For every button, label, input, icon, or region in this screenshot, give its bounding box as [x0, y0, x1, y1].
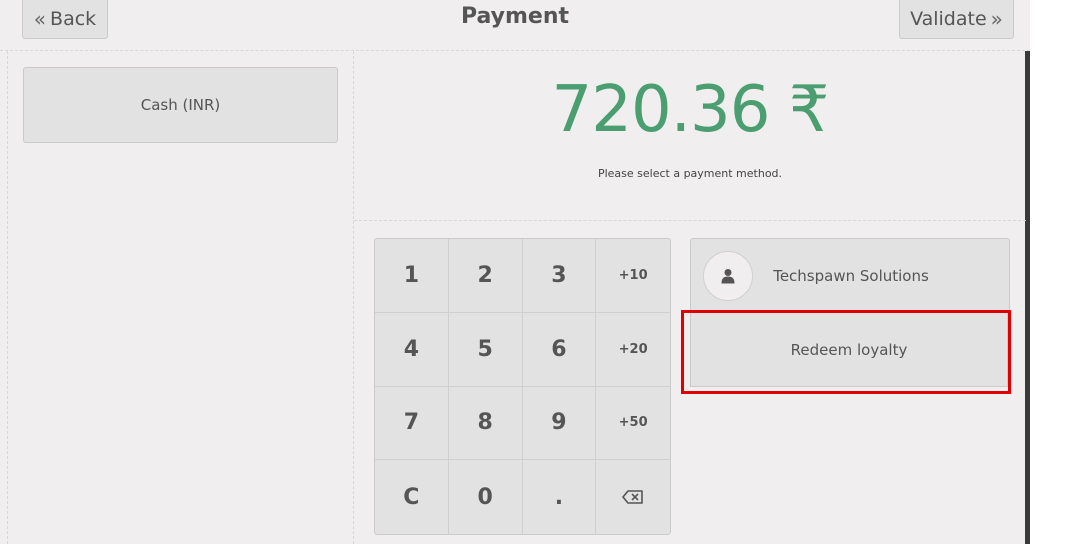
numpad-key-9[interactable]: 9 — [522, 386, 597, 461]
redeem-loyalty-label: Redeem loyalty — [790, 340, 908, 359]
numpad-key-8[interactable]: 8 — [448, 386, 523, 461]
avatar — [703, 251, 753, 301]
payment-hint: Please select a payment method. — [597, 167, 783, 180]
numpad-key-1[interactable]: 1 — [375, 239, 449, 313]
numpad-key-4[interactable]: 4 — [375, 312, 449, 387]
numpad-key-plus50[interactable]: +50 — [596, 387, 670, 461]
numpad: 1 2 3 +10 4 5 6 +20 7 8 9 +50 C 0 . — [374, 238, 671, 535]
top-bar: « Back Payment Validate » — [0, 0, 1030, 51]
validate-button[interactable]: Validate » — [899, 0, 1014, 39]
payment-screen: « Back Payment Validate » Cash (INR) 720… — [0, 0, 1082, 544]
numpad-key-6[interactable]: 6 — [522, 312, 597, 387]
numpad-key-2[interactable]: 2 — [448, 239, 523, 313]
numpad-key-clear[interactable]: C — [375, 460, 449, 534]
numpad-key-5[interactable]: 5 — [448, 312, 523, 387]
right-margin — [1030, 0, 1082, 544]
payment-method-label: Cash (INR) — [140, 96, 221, 114]
payment-method-cash[interactable]: Cash (INR) — [23, 67, 338, 143]
user-icon — [721, 269, 735, 284]
numpad-key-decimal[interactable]: . — [523, 460, 597, 534]
validate-button-label: Validate — [910, 7, 987, 30]
payment-summary: 720.36 ₹ Please select a payment method. — [354, 51, 1026, 221]
payment-methods-panel: Cash (INR) — [7, 51, 354, 544]
numpad-key-backspace[interactable] — [596, 460, 670, 534]
numpad-key-plus10[interactable]: +10 — [596, 239, 670, 313]
numpad-key-0[interactable]: 0 — [449, 460, 523, 534]
backspace-icon — [622, 490, 643, 504]
numpad-key-plus20[interactable]: +20 — [596, 313, 670, 387]
total-amount: 720.36 ₹ — [551, 73, 830, 147]
page-title: Payment — [460, 4, 570, 29]
numpad-key-7[interactable]: 7 — [375, 386, 449, 461]
customer-button[interactable]: Techspawn Solutions — [690, 238, 1010, 313]
double-chevron-right-icon: » — [990, 6, 1003, 31]
redeem-loyalty-button[interactable]: Redeem loyalty — [690, 313, 1008, 387]
numpad-key-3[interactable]: 3 — [522, 239, 597, 313]
